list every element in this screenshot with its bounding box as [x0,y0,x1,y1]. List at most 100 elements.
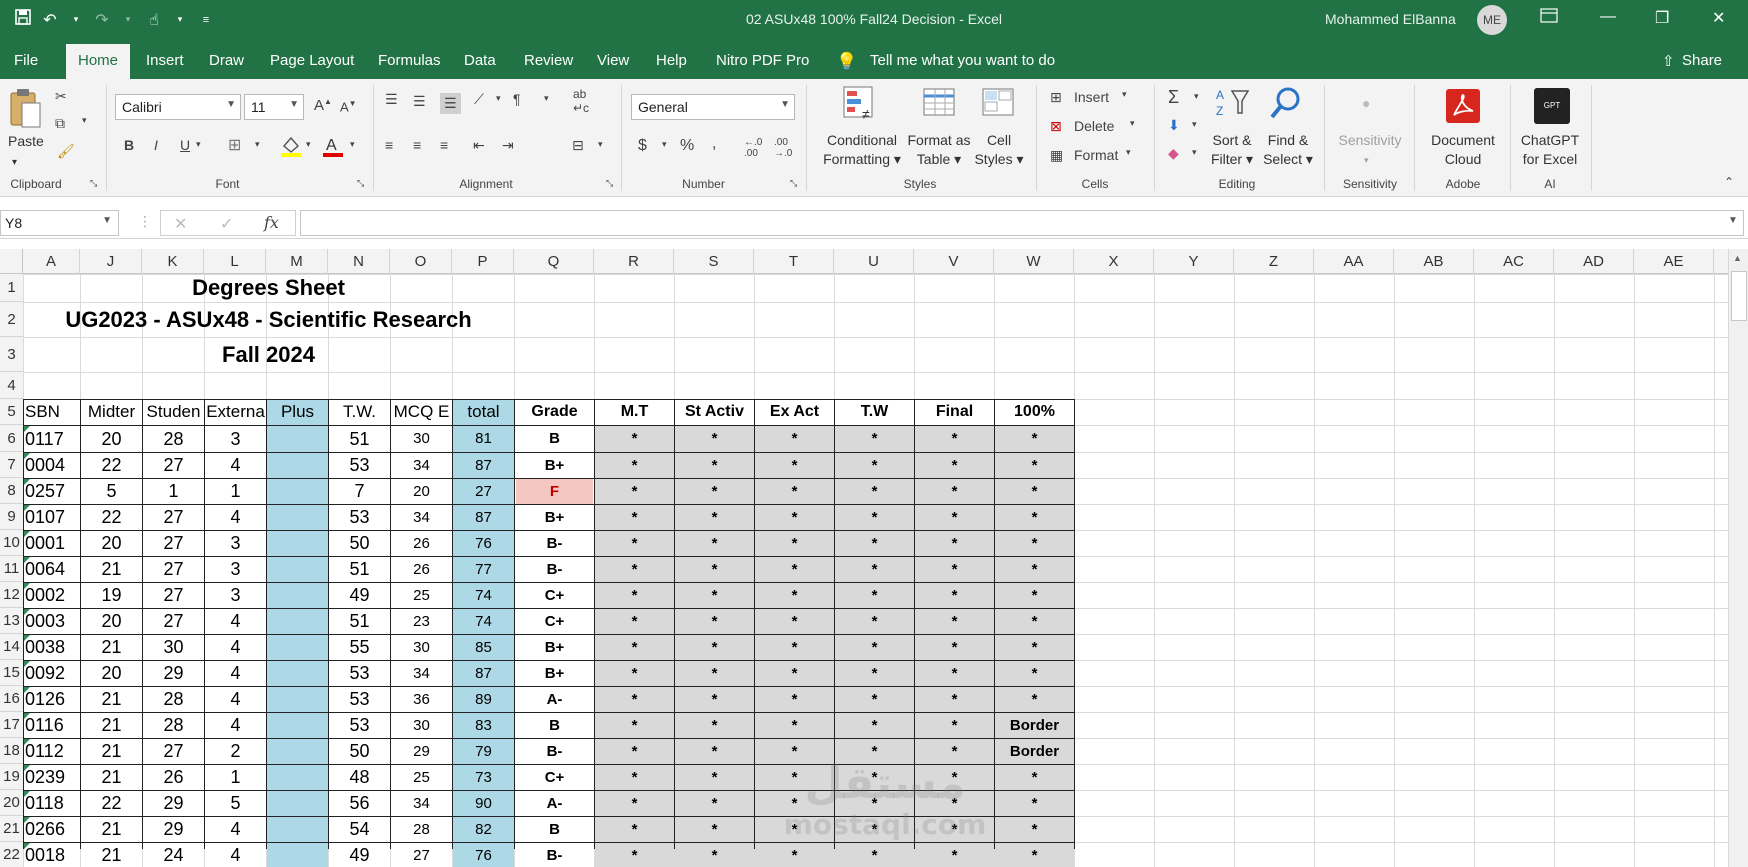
column-header-T[interactable]: T [754,249,834,274]
tab-insert[interactable]: Insert [146,52,184,69]
data-cell[interactable]: 34 [392,505,451,530]
data-cell[interactable]: * [676,557,753,582]
data-cell[interactable]: * [756,635,833,660]
data-cell[interactable]: 26 [144,765,203,790]
data-cell[interactable]: 0003 [25,609,79,634]
data-cell[interactable]: B [516,817,593,842]
document-cloud-icon[interactable] [1446,89,1480,123]
data-cell[interactable] [268,713,327,738]
data-cell[interactable]: * [916,557,993,582]
data-cell[interactable]: * [996,531,1073,556]
currency-icon[interactable]: $ [638,137,647,155]
tab-page-layout[interactable]: Page Layout [270,52,354,69]
data-cell[interactable] [268,843,327,867]
data-cell[interactable]: 90 [454,791,513,816]
data-cell[interactable]: 20 [82,426,141,452]
data-cell[interactable] [268,687,327,712]
data-cell[interactable]: 83 [454,713,513,738]
data-cell[interactable]: * [676,661,753,686]
data-cell[interactable]: * [596,426,673,452]
document-cloud-button[interactable]: Document Cloud [1420,131,1506,169]
data-cell[interactable]: 25 [392,583,451,608]
data-cell[interactable]: * [996,557,1073,582]
data-cell[interactable]: 1 [206,765,265,790]
column-header-N[interactable]: N [328,249,390,274]
data-cell[interactable]: 27 [144,739,203,764]
column-header-AC[interactable]: AC [1474,249,1554,274]
cut-icon[interactable]: ✂ [55,88,67,105]
data-cell[interactable]: * [676,609,753,634]
data-cell[interactable]: 0004 [25,453,79,478]
row-header-7[interactable]: 7 [0,452,23,478]
data-cell[interactable]: 0239 [25,765,79,790]
currency-dropdown-icon[interactable]: ▾ [662,139,667,150]
conditional-formatting-button[interactable]: Conditional Formatting ▾ [818,131,906,169]
data-cell[interactable]: 28 [144,687,203,712]
row-header-13[interactable]: 13 [0,608,23,634]
row-header-14[interactable]: 14 [0,634,23,660]
data-cell[interactable] [268,505,327,530]
header-cell[interactable]: Final [916,399,993,425]
data-cell[interactable]: 27 [144,453,203,478]
borders-dropdown-icon[interactable]: ▾ [255,139,260,150]
underline-dropdown-icon[interactable]: ▾ [196,139,201,150]
align-right-icon[interactable]: ≡ [440,137,448,153]
data-cell[interactable]: 23 [392,609,451,634]
data-cell[interactable]: * [596,531,673,556]
data-cell[interactable] [268,609,327,634]
data-cell[interactable]: B+ [516,453,593,478]
minimize-icon[interactable]: — [1600,8,1616,26]
column-header-P[interactable]: P [452,249,514,274]
fill-color-icon[interactable] [280,134,302,161]
close-icon[interactable]: ✕ [1712,8,1725,28]
data-cell[interactable]: * [756,687,833,712]
data-cell[interactable]: * [596,661,673,686]
data-cell[interactable]: * [996,843,1073,867]
tell-me-search[interactable]: Tell me what you want to do [870,52,1055,69]
format-cells-button[interactable]: Format [1074,147,1118,163]
data-cell[interactable]: 28 [392,817,451,842]
data-cell[interactable]: * [756,479,833,504]
row-header-15[interactable]: 15 [0,660,23,686]
data-cell[interactable] [268,765,327,790]
header-cell[interactable]: M.T [596,399,673,425]
data-cell[interactable]: * [756,713,833,738]
font-color-icon[interactable]: A [322,134,344,161]
name-box[interactable]: Y8 ▼ [0,210,119,236]
row-header-16[interactable]: 16 [0,686,23,712]
column-header-W[interactable]: W [994,249,1074,274]
data-cell[interactable]: * [916,635,993,660]
data-cell[interactable]: 29 [144,661,203,686]
data-cell[interactable]: 34 [392,791,451,816]
data-cell[interactable]: 26 [392,531,451,556]
formula-input[interactable] [300,210,1744,236]
clear-icon[interactable]: ◆ [1168,145,1179,162]
insert-cells-button[interactable]: Insert [1074,89,1109,105]
wrap-text-icon[interactable]: ab ↵c [573,87,589,115]
chatgpt-button[interactable]: ChatGPT for Excel [1514,131,1586,169]
data-cell[interactable]: * [676,453,753,478]
vertical-scrollbar[interactable]: ▲ [1728,249,1748,867]
data-cell[interactable]: * [596,583,673,608]
data-cell[interactable]: * [916,426,993,452]
data-cell[interactable]: * [916,583,993,608]
data-cell[interactable]: A- [516,791,593,816]
cell-styles-icon[interactable] [981,85,1015,119]
column-header-Y[interactable]: Y [1154,249,1234,274]
increase-decimal-icon[interactable]: ←.0.00 [744,137,762,159]
data-cell[interactable]: * [916,713,993,738]
data-cell[interactable]: 0118 [25,791,79,816]
data-cell[interactable]: 48 [330,765,389,790]
data-cell[interactable]: * [996,505,1073,530]
sort-filter-button[interactable]: Sort & Filter ▾ [1206,131,1258,169]
format-as-table-icon[interactable] [922,85,956,119]
header-cell[interactable]: T.W [836,399,913,425]
data-cell[interactable]: 34 [392,453,451,478]
row-header-10[interactable]: 10 [0,530,23,556]
data-cell[interactable] [268,531,327,556]
sort-filter-icon[interactable]: AZ [1214,85,1250,119]
data-cell[interactable]: 21 [82,687,141,712]
data-cell[interactable]: B+ [516,505,593,530]
data-cell[interactable]: C+ [516,583,593,608]
data-cell[interactable]: 21 [82,557,141,582]
